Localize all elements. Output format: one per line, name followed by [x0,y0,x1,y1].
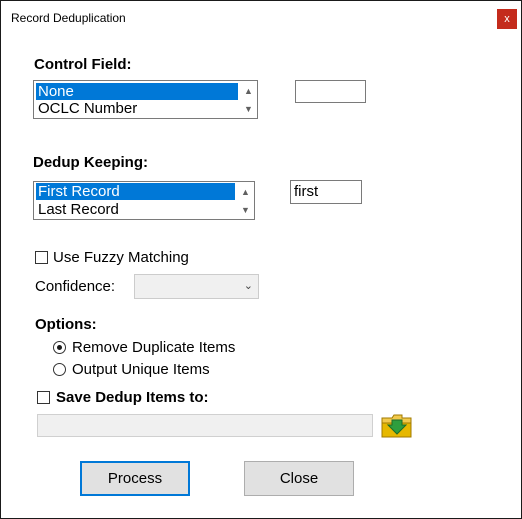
dedup-keeping-listbox[interactable]: First Record Last Record ▲ ▼ [33,181,255,220]
control-field-scrollbar[interactable]: ▲ ▼ [240,81,257,118]
dedup-keeping-text-input[interactable]: first [290,180,362,204]
confidence-dropdown[interactable]: ⌄ [134,274,259,299]
output-unique-items-label: Output Unique Items [72,361,210,378]
confidence-label: Confidence: [35,278,116,295]
close-window-button[interactable]: x [497,9,517,29]
record-deduplication-window: Record Deduplication x Control Field: No… [0,0,522,519]
use-fuzzy-matching-label: Use Fuzzy Matching [53,249,189,266]
control-field-text-input[interactable] [295,80,366,103]
save-path-input[interactable] [37,414,373,437]
dedup-keeping-scrollbar[interactable]: ▲ ▼ [237,182,254,219]
remove-duplicate-items-radio[interactable] [53,341,66,354]
chevron-down-icon[interactable]: ▼ [240,100,257,117]
dedup-keeping-option-last-record[interactable]: Last Record [36,201,235,218]
process-button[interactable]: Process [80,461,190,496]
browse-folder-button[interactable] [380,410,414,440]
chevron-down-icon[interactable]: ▼ [237,201,254,218]
title-bar: Record Deduplication x [1,1,521,33]
control-field-listbox[interactable]: None OCLC Number ▲ ▼ [33,80,258,119]
dedup-keeping-option-first-record[interactable]: First Record [36,183,235,200]
control-field-option-oclc-number[interactable]: OCLC Number [36,100,238,117]
remove-duplicate-items-label: Remove Duplicate Items [72,339,236,356]
chevron-up-icon[interactable]: ▲ [240,82,257,99]
chevron-down-icon: ⌄ [243,280,253,292]
save-dedup-items-checkbox[interactable] [37,391,50,404]
window-title: Record Deduplication [11,11,126,25]
output-unique-items-radio[interactable] [53,363,66,376]
radio-selected-dot [57,345,62,350]
folder-open-icon [381,414,412,438]
control-field-option-none[interactable]: None [36,83,238,100]
control-field-label: Control Field: [34,56,132,73]
close-icon: x [504,13,510,25]
save-dedup-items-label: Save Dedup Items to: [56,389,209,406]
use-fuzzy-matching-checkbox[interactable] [35,251,48,264]
options-label: Options: [35,316,97,333]
close-button[interactable]: Close [244,461,354,496]
dedup-keeping-label: Dedup Keeping: [33,154,148,171]
chevron-up-icon[interactable]: ▲ [237,183,254,200]
